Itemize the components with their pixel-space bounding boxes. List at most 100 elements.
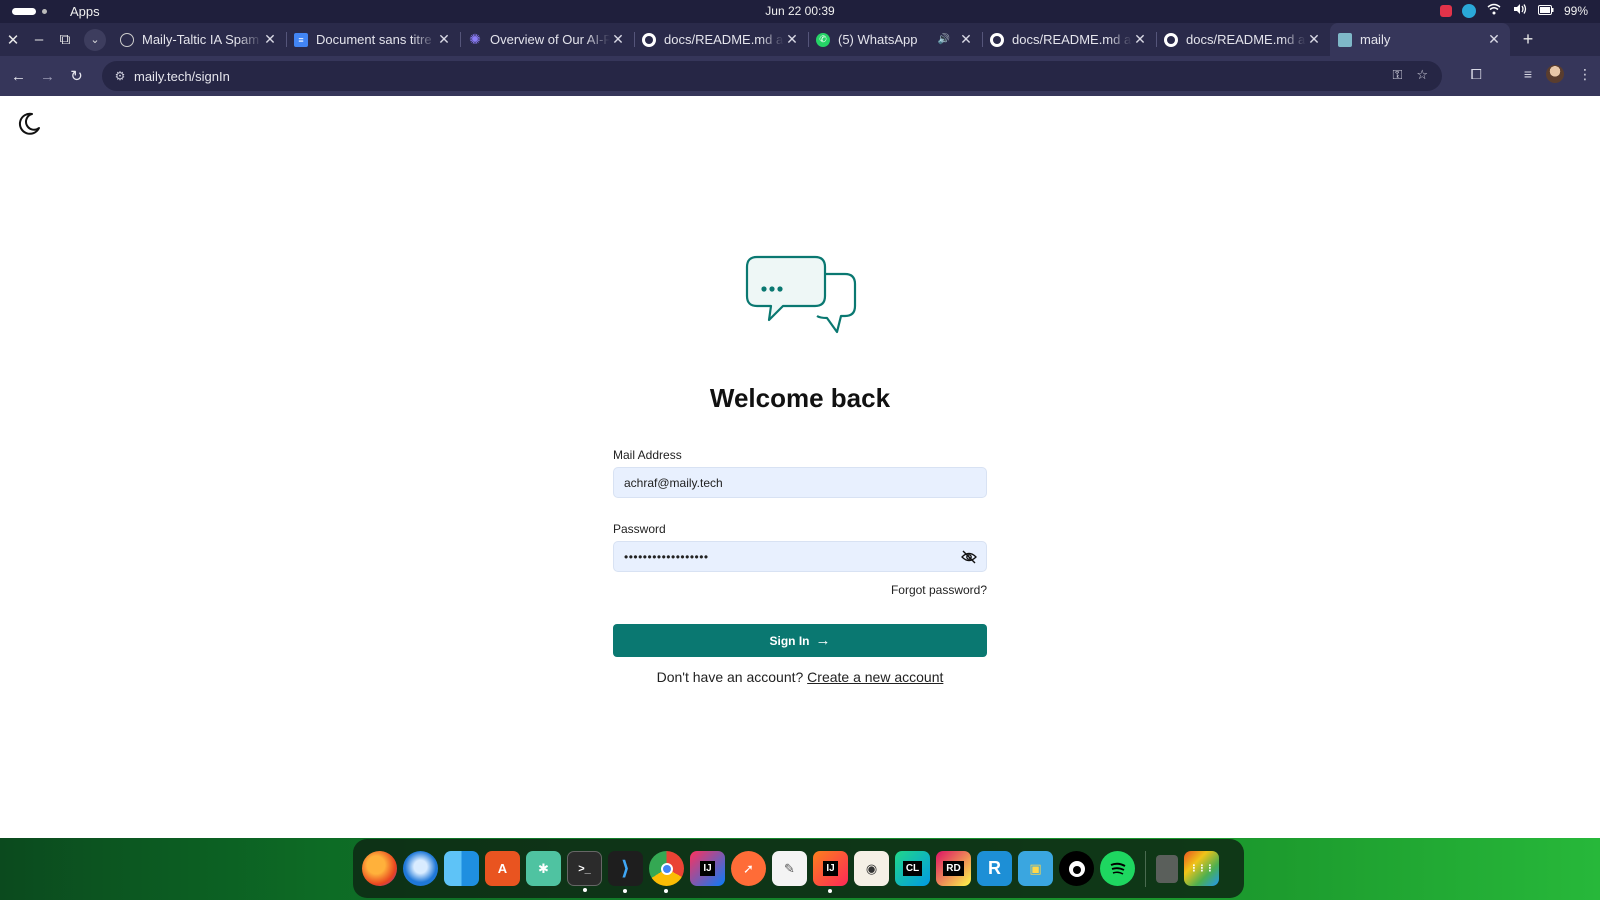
url-text[interactable]: maily.tech/signIn bbox=[134, 69, 230, 84]
minimize-window-icon[interactable]: – bbox=[26, 23, 52, 56]
running-indicator bbox=[623, 889, 627, 893]
tab-close-icon[interactable]: ✕ bbox=[784, 31, 800, 48]
forgot-password-link[interactable]: Forgot password? bbox=[613, 583, 987, 597]
show-apps-glyph: ⋮⋮⋮ bbox=[1189, 863, 1215, 873]
sign-in-button[interactable]: Sign In → bbox=[613, 624, 987, 657]
tab-title: docs/README.md at bbox=[1012, 32, 1132, 47]
dock-trash-icon[interactable] bbox=[1156, 854, 1178, 883]
app-indicator-icon[interactable] bbox=[1439, 5, 1452, 17]
restore-window-icon[interactable]: ⧉ bbox=[52, 23, 78, 56]
dock-image-viewer-icon[interactable]: ▣ bbox=[1018, 851, 1053, 886]
whatsapp-icon: ✆ bbox=[816, 32, 830, 47]
new-tab-button[interactable]: + bbox=[1514, 29, 1542, 50]
dock-vscode-icon[interactable]: ⟩ bbox=[608, 851, 643, 893]
tab-maily[interactable]: maily ✕ bbox=[1330, 23, 1510, 56]
dock-terminal-icon[interactable]: >_ bbox=[567, 851, 602, 892]
signin-form: Mail Address achraf@maily.tech Password … bbox=[613, 448, 987, 657]
password-key-icon[interactable]: ⚿ bbox=[1392, 67, 1402, 83]
github-icon bbox=[1164, 32, 1178, 47]
workspace-dot[interactable] bbox=[42, 9, 47, 14]
moon-icon[interactable] bbox=[16, 111, 42, 137]
tab-document-sans-titre[interactable]: ≡ Document sans titre ✕ bbox=[286, 23, 460, 56]
dock-postman-icon[interactable]: ➚ bbox=[731, 851, 766, 886]
chrome-center bbox=[660, 862, 673, 875]
dock-r-studio-icon[interactable]: R bbox=[977, 851, 1012, 886]
dock-chrome-icon[interactable] bbox=[649, 851, 684, 893]
tab-title: maily bbox=[1360, 32, 1391, 47]
tab-title: docs/README.md at bbox=[664, 32, 784, 47]
dock-separator bbox=[1145, 850, 1146, 887]
intellij-glyph: IJ bbox=[700, 861, 715, 876]
tab-close-icon[interactable]: ✕ bbox=[262, 31, 278, 48]
tab-close-icon[interactable]: ✕ bbox=[1132, 31, 1148, 48]
dock-thunderbird-icon[interactable] bbox=[403, 851, 438, 886]
dock-finder-icon[interactable] bbox=[444, 851, 479, 886]
dock-app-store-icon[interactable]: A bbox=[485, 851, 520, 886]
tab-github-readme-3[interactable]: docs/README.md at ✕ bbox=[1156, 23, 1330, 56]
address-bar[interactable]: ⚙ maily.tech/signIn ⚿ ☆ bbox=[102, 61, 1442, 91]
password-value: •••••••••••••••••• bbox=[624, 549, 709, 564]
chat-bubbles-logo-icon bbox=[745, 255, 857, 334]
system-tray[interactable]: 99% bbox=[1439, 3, 1588, 19]
email-field[interactable]: achraf@maily.tech bbox=[613, 467, 987, 498]
dock-screenshot-icon[interactable]: ◉ bbox=[854, 851, 889, 886]
dock-rider-icon[interactable]: RD bbox=[936, 851, 971, 886]
clock[interactable]: Jun 22 00:39 bbox=[0, 4, 1600, 18]
dock-show-apps-icon[interactable]: ⋮⋮⋮ bbox=[1184, 851, 1219, 886]
running-indicator bbox=[583, 888, 587, 892]
workspace-indicator[interactable] bbox=[12, 8, 36, 15]
intellij-alt-glyph: IJ bbox=[823, 861, 838, 876]
tab-close-icon[interactable]: ✕ bbox=[436, 31, 452, 48]
tab-search-icon[interactable]: ⌄ bbox=[84, 28, 106, 51]
tab-close-icon[interactable]: ✕ bbox=[1306, 31, 1322, 48]
clion-glyph: CL bbox=[902, 861, 923, 876]
password-field[interactable]: •••••••••••••••••• bbox=[613, 541, 987, 572]
terminal-glyph: >_ bbox=[578, 862, 591, 875]
dock-chatgpt-icon[interactable]: ✱ bbox=[526, 851, 561, 886]
tab-title: docs/README.md at bbox=[1186, 32, 1306, 47]
tab-title: (5) WhatsApp bbox=[838, 32, 918, 47]
browser-toolbar: ← → ↻ ⚙ maily.tech/signIn ⚿ ☆ ⧠ ≡ ⋮ bbox=[0, 56, 1600, 96]
tab-maily-taltic[interactable]: Maily-Taltic IA Spam ✕ bbox=[112, 23, 286, 56]
dock-intellij-alt-icon[interactable]: IJ bbox=[813, 851, 848, 893]
tab-whatsapp[interactable]: ✆ (5) WhatsApp 🔊 ✕ bbox=[808, 23, 982, 56]
site-settings-icon[interactable]: ⚙ bbox=[106, 69, 134, 83]
dock-intellij-icon[interactable]: IJ bbox=[690, 851, 725, 886]
tab-github-readme-2[interactable]: docs/README.md at ✕ bbox=[982, 23, 1156, 56]
browser-menu-icon[interactable]: ⋮ bbox=[1578, 66, 1592, 83]
profile-avatar[interactable] bbox=[1546, 65, 1564, 83]
tab-close-icon[interactable]: ✕ bbox=[610, 31, 626, 48]
wifi-icon[interactable] bbox=[1486, 3, 1502, 19]
globe-icon bbox=[120, 32, 134, 47]
volume-icon[interactable] bbox=[1512, 3, 1528, 19]
back-icon[interactable]: ← bbox=[4, 62, 33, 90]
tab-overview-ai[interactable]: ✺ Overview of Our AI-P ✕ bbox=[460, 23, 634, 56]
battery-icon[interactable] bbox=[1537, 3, 1554, 19]
dock: A ✱ >_ ⟩ IJ ➚ ✎ IJ ◉ CL RD R ▣ ⋮⋮⋮ bbox=[353, 839, 1244, 898]
tab-title: Maily-Taltic IA Spam bbox=[142, 32, 260, 47]
arrow-right-icon: → bbox=[815, 632, 831, 649]
page-title: Welcome back bbox=[709, 383, 891, 413]
tab-github-readme-1[interactable]: docs/README.md at ✕ bbox=[634, 23, 808, 56]
bookmark-star-icon[interactable]: ☆ bbox=[1416, 67, 1428, 83]
sync-icon[interactable] bbox=[1461, 4, 1476, 18]
dock-text-editor-icon[interactable]: ✎ bbox=[772, 851, 807, 886]
dock-firefox-icon[interactable] bbox=[362, 851, 397, 886]
dock-spotify-icon[interactable] bbox=[1100, 851, 1135, 886]
dock-clion-icon[interactable]: CL bbox=[895, 851, 930, 886]
tab-close-icon[interactable]: ✕ bbox=[1486, 31, 1502, 48]
speaker-icon[interactable]: 🔊 bbox=[938, 34, 950, 45]
reload-icon[interactable]: ↻ bbox=[62, 62, 91, 90]
vscode-glyph: ⟩ bbox=[620, 858, 631, 880]
create-account-link[interactable]: Create a new account bbox=[807, 669, 943, 685]
eye-off-icon[interactable] bbox=[961, 550, 977, 564]
tab-close-icon[interactable]: ✕ bbox=[958, 31, 974, 48]
apps-menu[interactable]: Apps bbox=[70, 4, 100, 19]
extensions-icon[interactable]: ⧠ bbox=[1471, 66, 1482, 83]
forward-icon[interactable]: → bbox=[33, 62, 62, 90]
media-control-icon[interactable]: ≡ bbox=[1524, 66, 1532, 82]
github-icon bbox=[642, 32, 656, 47]
dock-github-desktop-icon[interactable] bbox=[1059, 851, 1094, 886]
close-window-icon[interactable]: ✕ bbox=[0, 23, 26, 56]
signin-page: Welcome back Mail Address achraf@maily.t… bbox=[0, 96, 1600, 838]
